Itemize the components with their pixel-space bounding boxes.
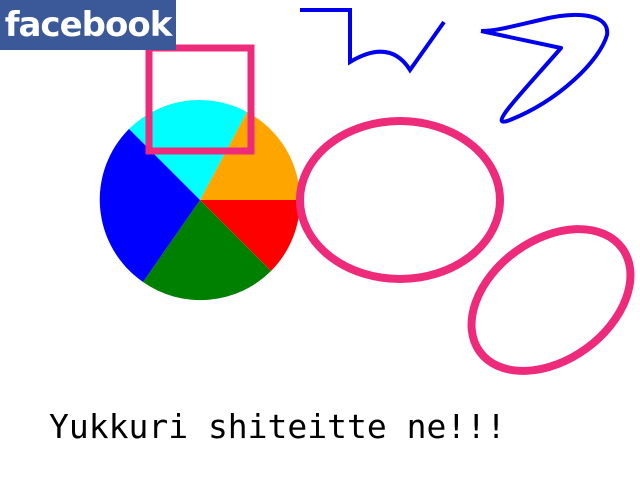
ellipse-outline[interactable] <box>296 117 504 283</box>
drawing-canvas[interactable]: facebook Yukkuri shiteitte ne!!! <box>0 0 640 480</box>
bezier-curve[interactable] <box>480 13 610 124</box>
facebook-logo[interactable]: facebook <box>0 0 176 50</box>
pie-shape[interactable] <box>99 99 301 301</box>
rotated-ellipse-outline[interactable] <box>445 200 640 401</box>
zigzag-line[interactable] <box>300 8 446 74</box>
caption-text: Yukkuri shiteitte ne!!! <box>49 407 506 446</box>
